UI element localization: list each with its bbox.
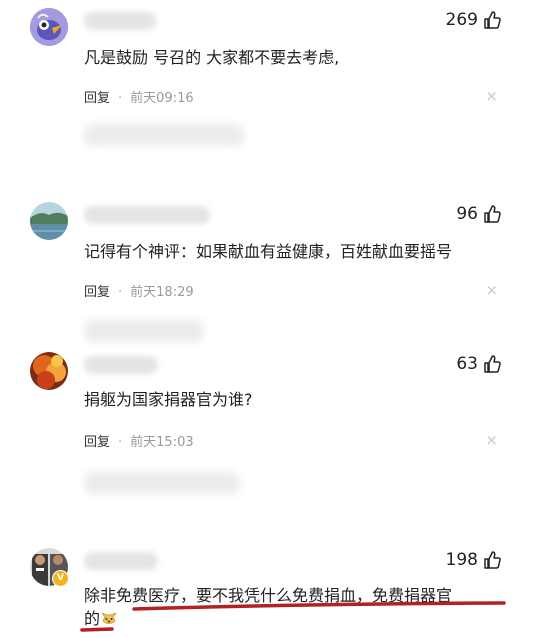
separator-dot: · [118, 435, 123, 450]
avatar[interactable] [30, 8, 68, 46]
thumbs-up-icon[interactable] [482, 204, 502, 224]
avatar[interactable] [30, 202, 68, 240]
timestamp: 前天18:29 [130, 285, 194, 300]
username-blurred [84, 356, 158, 374]
cartoon-bird-avatar-icon [30, 8, 68, 46]
comment-text: 捐躯为国家捐器官为谁? [84, 390, 253, 409]
like-count: 198 [445, 550, 478, 570]
comment-text: 记得有个神评：如果献血有益健康，百姓献血要摇号 [84, 242, 453, 261]
comment-text: 除非免费医疗，要不我凭什么免费捐血，免费捐器官 的 [84, 584, 514, 631]
dog-face-emoji-icon [101, 612, 117, 624]
sub-replies-blurred [84, 124, 244, 146]
comment-meta: 回复 · 前天18:29 [84, 281, 194, 300]
autumn-leaves-avatar-icon [30, 352, 68, 390]
thumbs-up-icon[interactable] [482, 10, 502, 30]
reply-button[interactable]: 回复 [84, 91, 110, 106]
comment-text: 凡是鼓励 号召的 大家都不要去考虑, [84, 48, 340, 67]
red-underline-annotation [80, 601, 506, 632]
comment-text-line-1: 除非免费医疗，要不我凭什么免费捐血，免费捐器官 [84, 586, 453, 605]
verified-badge: V [52, 570, 69, 587]
lake-landscape-avatar-icon [30, 202, 68, 240]
like-count: 63 [456, 354, 478, 374]
separator-dot: · [118, 91, 123, 106]
comment-text-line-2: 的 [84, 607, 514, 631]
timestamp: 前天09:16 [130, 91, 194, 106]
sub-replies-blurred [84, 320, 204, 342]
sub-replies-blurred [84, 472, 240, 494]
separator-dot: · [118, 285, 123, 300]
like-count: 269 [445, 10, 478, 30]
comment-meta: 回复 · 前天09:16 [84, 87, 194, 106]
close-icon[interactable]: × [485, 89, 498, 104]
comment-text-line-2-text: 的 [84, 609, 101, 628]
thumbs-up-icon[interactable] [482, 550, 502, 570]
comment-meta: 回复 · 前天15:03 [84, 431, 194, 450]
close-icon[interactable]: × [485, 433, 498, 448]
avatar[interactable] [30, 352, 68, 390]
username-blurred [84, 12, 156, 30]
reply-button[interactable]: 回复 [84, 435, 110, 450]
thumbs-up-icon[interactable] [482, 354, 502, 374]
like-count: 96 [456, 204, 478, 224]
close-icon[interactable]: × [485, 283, 498, 298]
timestamp: 前天15:03 [130, 435, 194, 450]
username-blurred [84, 206, 210, 224]
reply-button[interactable]: 回复 [84, 285, 110, 300]
username-blurred [84, 552, 158, 570]
